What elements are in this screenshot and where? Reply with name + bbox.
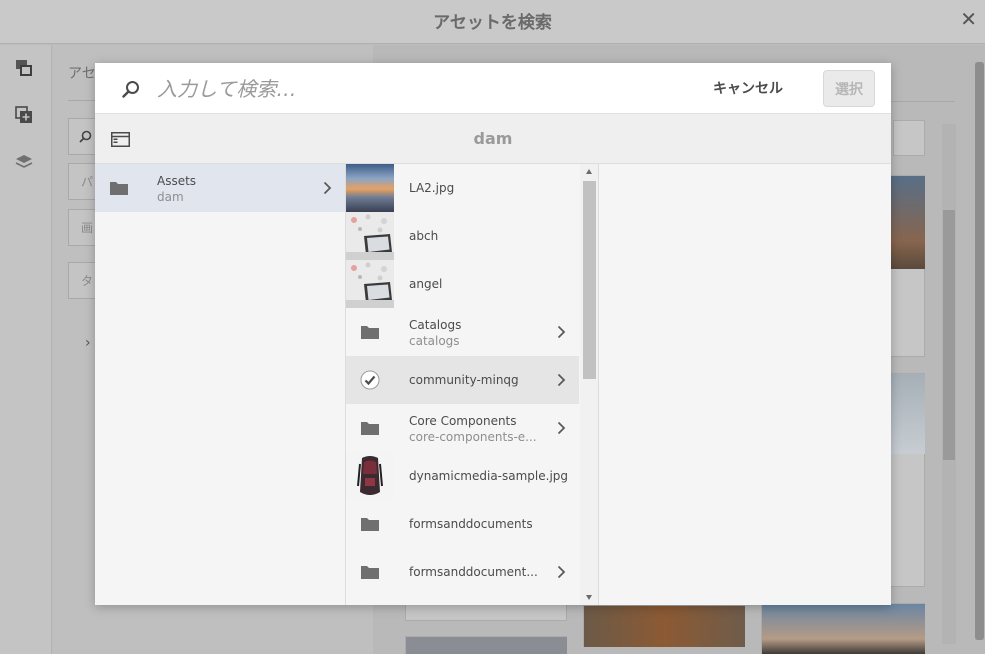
item-title: formsanddocuments [409, 517, 533, 531]
filmstrip-icon[interactable] [15, 59, 33, 77]
page-title: アセットを検索 [433, 13, 552, 33]
item-title: Core Components [409, 414, 517, 428]
item-title: formsanddocument... [409, 565, 538, 579]
folder-icon [110, 182, 128, 195]
column-preview [599, 164, 891, 605]
filter-image-placeholder: 画 [81, 221, 94, 235]
scroll-up-arrow-icon[interactable] [586, 169, 592, 174]
chevron-right-icon[interactable]: › [85, 335, 91, 351]
list-item[interactable]: community-minqg [346, 356, 579, 404]
list-item[interactable]: formsanddocument... [346, 548, 579, 596]
asset-thumbnail [891, 374, 925, 454]
item-title: angel [409, 277, 443, 291]
filter-path-placeholder: パ [81, 175, 94, 189]
asset-thumbnail [346, 164, 394, 212]
item-subtitle: core-components-e... [409, 430, 537, 444]
list-item[interactable]: dynamicmedia-sample.jpg [346, 452, 579, 500]
cancel-button[interactable]: キャンセル [713, 77, 783, 99]
search-icon [79, 130, 92, 143]
column-scrollbar-thumb[interactable] [583, 181, 596, 379]
search-icon [122, 81, 139, 98]
grid-scrollbar-thumb[interactable] [943, 210, 955, 460]
list-item[interactable]: abch [346, 212, 579, 260]
list-item[interactable]: Core Components core-components-e... [346, 404, 579, 452]
folder-icon [361, 326, 379, 339]
asset-card[interactable] [890, 175, 925, 357]
chevron-right-icon [557, 421, 566, 435]
asset-thumbnail [346, 452, 394, 500]
search-bar: キャンセル 選択 [95, 63, 891, 114]
column-root: Assets dam [95, 164, 346, 605]
chevron-right-icon [557, 325, 566, 339]
asset-thumbnail [762, 604, 925, 654]
add-collection-icon[interactable] [15, 106, 33, 124]
item-title: LA2.jpg [409, 181, 455, 195]
item-title: abch [409, 229, 439, 243]
page-scrollbar[interactable] [975, 62, 984, 640]
asset-card[interactable] [405, 636, 567, 654]
item-title: dynamicmedia-sample.jpg [409, 469, 569, 483]
close-icon[interactable]: ✕ [960, 9, 977, 29]
column-scrollbar[interactable] [580, 164, 598, 605]
item-title: Assets [157, 174, 197, 188]
column-assets: LA2.jpg abch angel Catalogs catalogs com… [346, 164, 599, 605]
folder-icon [361, 422, 379, 435]
search-input[interactable] [157, 73, 657, 105]
item-title: community-minqg [409, 373, 519, 387]
asset-thumbnail [891, 176, 925, 269]
page-scrollbar-thumb[interactable] [975, 62, 984, 640]
folder-icon [361, 566, 379, 579]
chevron-right-icon [557, 565, 566, 579]
asset-thumbnail [584, 606, 745, 647]
checkmark-circle-icon[interactable] [360, 370, 380, 390]
asset-card[interactable] [761, 603, 925, 654]
folder-icon [361, 518, 379, 531]
asset-thumbnail [406, 637, 567, 654]
grid-scrollbar[interactable] [942, 124, 956, 644]
asset-thumbnail [346, 212, 394, 260]
list-item[interactable]: angel [346, 260, 579, 308]
chevron-right-icon [557, 373, 566, 387]
asset-card[interactable] [890, 373, 925, 587]
breadcrumb-title: dam [473, 129, 513, 148]
list-item[interactable]: LA2.jpg [346, 164, 579, 212]
list-item[interactable]: Catalogs catalogs [346, 308, 579, 356]
layers-icon[interactable] [15, 153, 33, 171]
item-title: Catalogs [409, 318, 462, 332]
select-button[interactable]: 選択 [823, 70, 875, 107]
item-subtitle: dam [157, 190, 184, 204]
chevron-right-icon [323, 181, 332, 195]
list-item[interactable]: formsanddocuments [346, 500, 579, 548]
asset-thumbnail [346, 260, 394, 308]
asset-picker-dialog: キャンセル 選択 dam Assets dam LA2.jpg [95, 63, 891, 605]
side-rail [0, 45, 52, 654]
list-item-assets[interactable]: Assets dam [95, 164, 345, 212]
filter-tag-placeholder: タ [81, 274, 94, 288]
scroll-down-arrow-icon[interactable] [586, 595, 592, 600]
filter-panel-title: アセ [68, 66, 96, 82]
item-subtitle: catalogs [409, 334, 460, 348]
asset-card[interactable] [893, 120, 925, 156]
page-header: アセットを検索 ✕ [0, 0, 985, 44]
asset-card[interactable] [583, 605, 745, 647]
breadcrumb: dam [95, 114, 891, 164]
